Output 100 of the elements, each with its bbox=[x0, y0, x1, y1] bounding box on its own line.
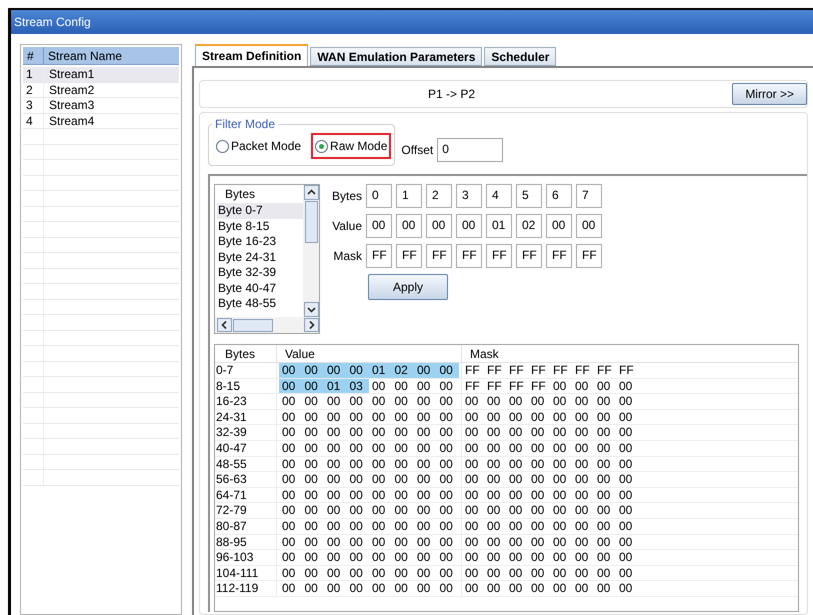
byte-index[interactable]: 4 bbox=[486, 184, 512, 208]
scroll-thumb[interactable] bbox=[304, 201, 318, 243]
stream-name: Stream1 bbox=[48, 67, 96, 82]
radio-button[interactable] bbox=[216, 140, 229, 152]
table-cell: 16-23 bbox=[215, 394, 277, 409]
stream-row[interactable]: 4 Stream4 bbox=[23, 114, 179, 129]
offset-field[interactable]: 0 bbox=[437, 138, 504, 162]
scroll-up-icon[interactable] bbox=[304, 185, 318, 200]
byte-index[interactable]: 2 bbox=[426, 184, 452, 208]
value-field[interactable]: 00 bbox=[396, 214, 422, 238]
value-field[interactable]: 00 bbox=[456, 214, 482, 238]
table-cell-text: 00 bbox=[281, 581, 296, 596]
radio-option[interactable]: Packet Mode bbox=[212, 133, 306, 159]
table-cell-text: 00 bbox=[487, 534, 502, 550]
table-cell-text: 00 bbox=[575, 581, 590, 596]
table-cell-text: 00 bbox=[326, 550, 342, 565]
table-cell-text: 00 bbox=[597, 472, 612, 487]
column-header: Mask bbox=[469, 346, 499, 362]
value-field[interactable]: 01 bbox=[486, 214, 512, 238]
table-cell-text: 00 bbox=[597, 581, 612, 596]
table-cell-text: 00 bbox=[371, 503, 386, 518]
value-field[interactable]: 00 bbox=[576, 214, 602, 238]
apply-button[interactable]: Apply bbox=[368, 274, 448, 300]
mask-field[interactable]: FF bbox=[546, 244, 572, 268]
table-cell-text: 00 bbox=[438, 394, 454, 409]
table-cell-text: 00 bbox=[487, 488, 502, 502]
table-cell-text: 00 bbox=[575, 440, 590, 456]
tab[interactable]: Scheduler bbox=[484, 47, 556, 66]
table-cell-text: 00 bbox=[553, 581, 568, 596]
horizontal-scrollbar[interactable] bbox=[215, 317, 319, 333]
table-cell: 00 bbox=[279, 363, 302, 378]
table-cell-text: 00 bbox=[438, 566, 454, 580]
list-item[interactable]: Byte 16-23 bbox=[217, 234, 303, 250]
value-field[interactable]: 00 bbox=[366, 214, 392, 238]
table-cell-text: FF bbox=[531, 363, 547, 378]
table-cell-text: 00 bbox=[416, 456, 432, 472]
table-cell-text: 00 bbox=[394, 440, 409, 456]
list-item[interactable]: Byte 32-39 bbox=[217, 265, 303, 280]
byte-index[interactable]: 1 bbox=[396, 184, 422, 208]
mask-field[interactable]: FF bbox=[516, 244, 542, 268]
byte-index[interactable]: 5 bbox=[516, 184, 542, 208]
table-cell-text: 00 bbox=[465, 534, 480, 550]
list-item[interactable]: Byte 0-7 bbox=[217, 203, 303, 218]
table-cell-text: 00 bbox=[304, 440, 319, 456]
value-field[interactable]: 00 bbox=[546, 214, 572, 238]
stream-row[interactable]: 3 Stream3 bbox=[23, 98, 179, 114]
table-cell-text: 00 bbox=[575, 503, 590, 518]
table-cell-text: 00 bbox=[304, 488, 319, 502]
column-header: Bytes bbox=[215, 345, 277, 362]
table-cell-text: 00 bbox=[465, 518, 480, 534]
mask-field[interactable]: FF bbox=[456, 244, 482, 268]
table-cell-text: 00 bbox=[394, 534, 409, 550]
table-cell-text: 00 bbox=[394, 456, 409, 472]
table-cell-text: 00 bbox=[531, 394, 546, 409]
table-cell-text: 00 bbox=[281, 518, 296, 534]
mask-field[interactable]: FF bbox=[396, 244, 422, 268]
mask-field[interactable]: FF bbox=[426, 244, 452, 268]
table-cell-text: 00 bbox=[553, 566, 568, 580]
scroll-down-icon[interactable] bbox=[304, 302, 318, 317]
value-field[interactable]: 00 bbox=[426, 214, 452, 238]
table-cell-text: 00 bbox=[416, 410, 432, 424]
mirror-button[interactable]: Mirror >> bbox=[732, 83, 807, 105]
table-cell-text: 00 bbox=[597, 440, 612, 456]
table-cell-text: 00 bbox=[487, 566, 502, 580]
table-cell-text: 00 bbox=[304, 456, 319, 472]
radio-option[interactable]: Raw Mode bbox=[311, 133, 392, 159]
byte-index[interactable]: 7 bbox=[576, 184, 602, 208]
table-cell-text: 00 bbox=[531, 518, 546, 534]
list-item[interactable]: Byte 48-55 bbox=[217, 296, 303, 312]
byte-index[interactable]: 0 bbox=[366, 184, 392, 208]
mask-field[interactable]: FF bbox=[576, 244, 602, 268]
scroll-left-icon[interactable] bbox=[217, 318, 232, 332]
byte-index[interactable]: 3 bbox=[456, 184, 482, 208]
mask-field[interactable]: FF bbox=[486, 244, 512, 268]
stream-row[interactable]: 1 Stream1 bbox=[23, 67, 179, 82]
tab[interactable]: Stream Definition bbox=[195, 44, 308, 66]
table-cell-text: 00 bbox=[619, 534, 634, 550]
table-cell-text: 00 bbox=[465, 394, 480, 409]
direction-label: P1 -> P2 bbox=[428, 86, 476, 103]
scroll-right-icon[interactable] bbox=[304, 318, 319, 332]
vertical-scrollbar[interactable] bbox=[303, 185, 319, 317]
stream-row[interactable]: 2 Stream2 bbox=[23, 82, 179, 98]
table-cell-text: 00 bbox=[371, 394, 386, 409]
table-cell-text: 00 bbox=[619, 488, 634, 502]
table-cell-text: FF bbox=[487, 378, 503, 394]
byte-index[interactable]: 6 bbox=[546, 184, 572, 208]
table-cell-text: 00 bbox=[394, 410, 409, 424]
table-cell-text: 00 bbox=[438, 378, 454, 394]
table-cell-text: 00 bbox=[438, 550, 454, 565]
list-item[interactable]: Byte 40-47 bbox=[217, 280, 303, 296]
table-cell-text: 00 bbox=[597, 488, 612, 502]
scroll-thumb[interactable] bbox=[233, 318, 273, 332]
value-field[interactable]: 02 bbox=[516, 214, 542, 238]
list-item[interactable]: Byte 24-31 bbox=[217, 250, 303, 265]
tab[interactable]: WAN Emulation Parameters bbox=[310, 47, 482, 66]
list-item[interactable]: Byte 8-15 bbox=[217, 218, 303, 234]
mask-field[interactable]: FF bbox=[366, 244, 392, 268]
table-cell-text: 00 bbox=[326, 566, 342, 580]
radio-button[interactable] bbox=[315, 140, 328, 152]
table-cell-text: 00 bbox=[597, 410, 612, 424]
